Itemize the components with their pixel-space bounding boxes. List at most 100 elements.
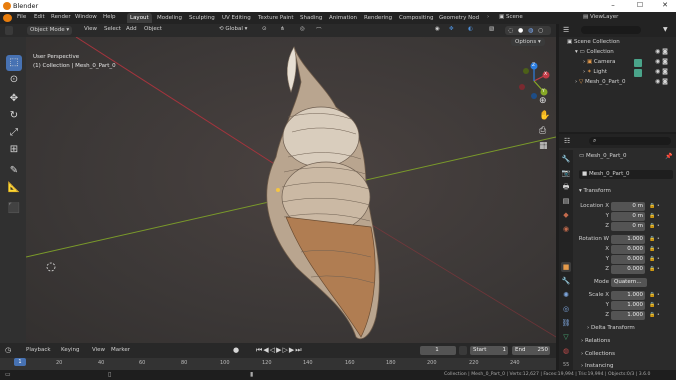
grid-icon[interactable]: ▦ xyxy=(539,141,548,151)
physics-tab-icon[interactable]: ◎ xyxy=(561,304,571,314)
rotation-y-field[interactable]: 0.000 xyxy=(611,255,645,264)
tab-animation[interactable]: Animation xyxy=(326,13,360,23)
menu-select[interactable]: Select xyxy=(104,26,121,35)
menu-render[interactable]: Render xyxy=(51,14,71,20)
outliner-item-mesh[interactable]: › ▽ Mesh_0_Part_0 xyxy=(575,79,626,85)
lock-icon[interactable]: 🔒 • xyxy=(649,246,660,252)
record-icon[interactable]: ● xyxy=(233,346,239,354)
object-name-field[interactable]: ■ Mesh_0_Part_0 xyxy=(579,170,673,179)
tab-compositing[interactable]: Compositing xyxy=(396,13,436,23)
lock-icon[interactable]: 🔒 • xyxy=(649,203,660,209)
scene-selector[interactable]: ▣ Scene xyxy=(499,14,523,20)
transform-panel-header[interactable]: ▾ Transform xyxy=(579,188,611,194)
wireframe-shading-icon[interactable]: ◌ xyxy=(508,27,513,34)
outliner-item-collection[interactable]: ▾ ▭ Collection xyxy=(575,49,614,55)
rotation-x-field[interactable]: 0.000 xyxy=(611,245,645,254)
scale-icon[interactable]: ⤢ xyxy=(6,125,22,141)
scale-x-field[interactable]: 1.000 xyxy=(611,291,645,300)
scale-z-field[interactable]: 1.000 xyxy=(611,311,645,320)
move-icon[interactable]: ✥ xyxy=(6,91,22,107)
xray-icon[interactable]: ▧ xyxy=(489,26,494,35)
menu-view[interactable]: View xyxy=(84,26,97,35)
eye-icon[interactable]: ◉ ◙ xyxy=(655,58,668,65)
current-frame-field[interactable]: 1 xyxy=(420,346,456,355)
snap-icon[interactable]: ⋔ xyxy=(280,26,285,35)
delta-transform-panel[interactable]: › Delta Transform xyxy=(587,325,635,331)
mode-dropdown[interactable]: Object Mode ▾ xyxy=(27,26,73,35)
outliner-editor-icon[interactable]: ☰ xyxy=(563,26,569,34)
rendered-shading-icon[interactable]: ○ xyxy=(538,27,543,34)
camera-data-icon[interactable] xyxy=(634,59,642,67)
lock-icon[interactable]: 🔒 • xyxy=(649,236,660,242)
pin-icon[interactable]: 📌 xyxy=(665,153,672,160)
view-layer-selector[interactable]: ▤ ViewLayer xyxy=(583,14,618,20)
current-frame-indicator[interactable]: 1 xyxy=(14,358,26,366)
view-layer-tab-icon[interactable]: ▤ xyxy=(561,196,571,206)
lock-icon[interactable]: 🔒 • xyxy=(649,256,660,262)
lock-icon[interactable]: 🔒 • xyxy=(649,266,660,272)
workspace-scroll-icon[interactable]: › xyxy=(487,14,489,20)
hand-icon[interactable]: ✋ xyxy=(539,111,550,121)
editor-type-icon[interactable] xyxy=(5,26,13,35)
eye-icon[interactable]: ◉ ◙ xyxy=(655,78,668,85)
rotation-w-field[interactable]: 1.000 xyxy=(611,235,645,244)
lock-icon[interactable]: 🔒 • xyxy=(649,223,660,229)
solid-shading-icon[interactable]: ● xyxy=(518,27,523,34)
data-tab-icon[interactable]: ▽ xyxy=(561,332,571,342)
eye-icon[interactable]: ◉ ◙ xyxy=(655,68,668,75)
cursor-icon[interactable]: ⊙ xyxy=(6,72,22,88)
camera-icon[interactable]: ⎙ xyxy=(539,126,546,136)
menu-window[interactable]: Window xyxy=(75,14,97,20)
falloff-icon[interactable]: ⌒ xyxy=(316,26,322,35)
overlay-toggle-icon[interactable]: ◐ xyxy=(468,26,473,35)
lock-icon[interactable]: 🔒 • xyxy=(649,302,660,308)
select-box-icon[interactable]: ⬚ xyxy=(6,55,22,71)
location-z-field[interactable]: 0 m xyxy=(611,222,645,231)
3d-viewport[interactable]: User Perspective (1) Collection | Mesh_0… xyxy=(26,37,556,343)
end-frame-field[interactable]: End 250 xyxy=(512,346,550,355)
scene-collection-row[interactable]: ▣ Scene Collection xyxy=(567,39,620,45)
tab-layout[interactable]: Layout xyxy=(127,13,152,23)
pivot-icon[interactable]: ⊙ xyxy=(262,26,267,35)
timeline-editor-icon[interactable]: ◷ xyxy=(5,346,11,354)
world-tab-icon[interactable]: ◉ xyxy=(561,224,571,234)
eye-icon[interactable]: ◉ ◙ xyxy=(655,48,668,55)
lock-icon[interactable]: 🔒 • xyxy=(649,292,660,298)
filter-icon[interactable]: ▼ xyxy=(663,26,668,33)
proportional-icon[interactable]: ◎ xyxy=(300,26,305,35)
lock-icon[interactable]: 🔒 • xyxy=(649,213,660,219)
tab-geometry-nodes[interactable]: Geometry Nod xyxy=(436,13,482,23)
maximize-icon[interactable]: ☐ xyxy=(631,1,649,11)
gizmo-toggle-icon[interactable]: ✥ xyxy=(449,26,454,35)
properties-search[interactable] xyxy=(589,137,671,145)
constraints-tab-icon[interactable]: ⛓ xyxy=(561,318,571,328)
tab-texture-paint[interactable]: Texture Paint xyxy=(255,13,297,23)
navigation-gizmo[interactable]: X Y Z xyxy=(514,61,554,101)
tab-shading[interactable]: Shading xyxy=(297,13,325,23)
material-shading-icon[interactable]: ◍ xyxy=(528,27,533,34)
options-dropdown[interactable]: Options ▾ xyxy=(511,38,545,46)
outliner-search[interactable] xyxy=(581,26,641,34)
playback-controls[interactable]: ⏮◀◁▶▷▶⏭ xyxy=(256,346,303,355)
scale-y-field[interactable]: 1.000 xyxy=(611,301,645,310)
scene-tab-icon[interactable]: ◆ xyxy=(561,210,571,220)
menu-add[interactable]: Add xyxy=(126,26,137,35)
add-cube-icon[interactable]: ⬛ xyxy=(6,201,22,217)
location-x-field[interactable]: 0 m xyxy=(611,202,645,211)
visibility-icon[interactable]: ◉ xyxy=(435,26,440,35)
tab-sculpting[interactable]: Sculpting xyxy=(186,13,218,23)
rotation-z-field[interactable]: 0.000 xyxy=(611,265,645,274)
properties-editor-icon[interactable]: ☷ xyxy=(564,137,570,145)
output-tab-icon[interactable]: 🖶 xyxy=(561,182,571,192)
minimize-icon[interactable]: – xyxy=(604,1,622,11)
collections-panel[interactable]: › Collections xyxy=(581,351,615,357)
close-icon[interactable]: ✕ xyxy=(656,1,674,11)
menu-file[interactable]: File xyxy=(17,14,26,20)
location-y-field[interactable]: 0 m xyxy=(611,212,645,221)
rotate-icon[interactable]: ↻ xyxy=(6,108,22,124)
annotate-icon[interactable]: ✎ xyxy=(6,163,22,179)
relations-panel[interactable]: › Relations xyxy=(581,338,610,344)
lock-icon[interactable]: 🔒 • xyxy=(649,312,660,318)
tool-tab-icon[interactable]: 🔧 xyxy=(561,154,571,164)
tab-modeling[interactable]: Modeling xyxy=(154,13,185,23)
